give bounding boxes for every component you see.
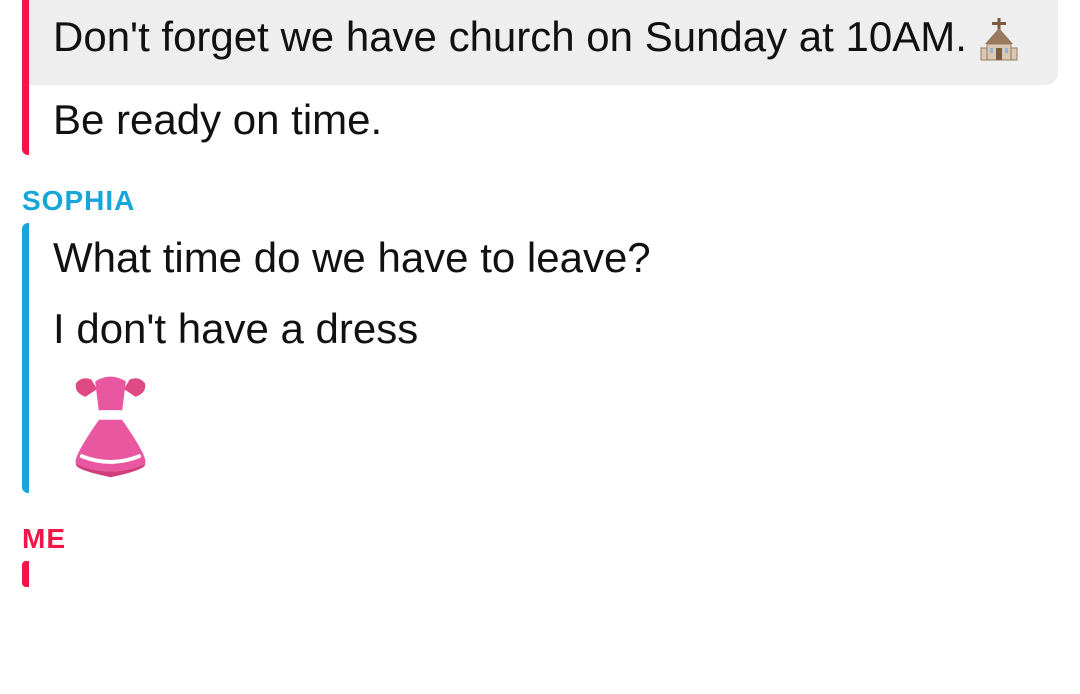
sender-label-me[interactable]: ME	[22, 523, 1058, 555]
message-group-me-2-partial	[22, 561, 1058, 587]
message-line[interactable]: Be ready on time.	[29, 85, 1058, 156]
sender-label-sophia[interactable]: SOPHIA	[22, 185, 1058, 217]
message-group-me-1: Don't forget we have church on Sunday at…	[22, 0, 1058, 155]
message-text: What time do we have to leave?	[53, 234, 651, 281]
message-line[interactable]: What time do we have to leave?	[29, 223, 1058, 294]
message-text: I don't have a dress	[53, 305, 418, 352]
message-group-sophia: What time do we have to leave? I don't h…	[22, 223, 1058, 493]
church-icon	[979, 18, 1019, 62]
dress-icon	[53, 368, 168, 483]
message-line-emoji[interactable]	[29, 364, 1058, 493]
message-line[interactable]: Don't forget we have church on Sunday at…	[29, 0, 1058, 85]
message-text: Be ready on time.	[53, 96, 382, 143]
message-line[interactable]: I don't have a dress	[29, 294, 1058, 365]
message-text: Don't forget we have church on Sunday at…	[53, 13, 979, 60]
